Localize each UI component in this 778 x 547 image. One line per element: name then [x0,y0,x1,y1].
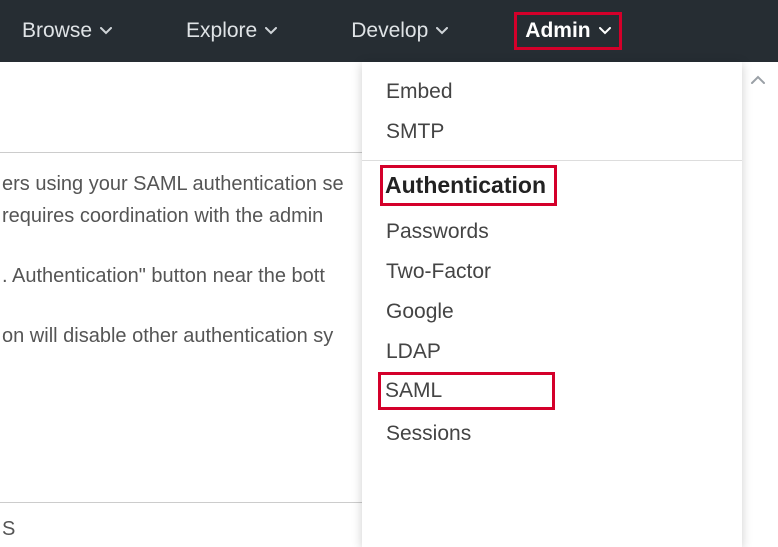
nav-browse-label: Browse [22,19,92,43]
menu-item-ldap[interactable]: LDAP [382,332,722,372]
nav-explore[interactable]: Explore [178,13,285,49]
menu-item-smtp[interactable]: SMTP [382,112,722,152]
bg-s: S [2,518,15,541]
menu-item-saml[interactable]: SAML [385,379,442,402]
menu-item-google[interactable]: Google [382,292,722,332]
menu-header-authentication[interactable]: Authentication [385,172,546,198]
nav-develop[interactable]: Develop [343,13,456,49]
bg-line3: . Authentication" button near the bott [2,265,325,287]
body-area: ers using your SAML authentication se re… [0,62,778,547]
admin-dropdown: Embed SMTP Authentication Passwords Two-… [362,62,742,547]
nav-admin[interactable]: Admin [525,19,610,43]
nav-browse[interactable]: Browse [14,13,120,49]
nav-explore-label: Explore [186,19,257,43]
nav-admin-label: Admin [525,19,590,43]
scroll-up-button[interactable] [748,70,768,90]
nav-admin-highlight: Admin [514,12,621,50]
chevron-down-icon [100,25,112,37]
menu-item-two-factor[interactable]: Two-Factor [382,252,722,292]
bg-line4: on will disable other authentication sy [2,325,333,347]
divider [0,502,362,503]
chevron-down-icon [436,25,448,37]
menu-item-passwords[interactable]: Passwords [382,212,722,252]
top-navbar: Browse Explore Develop Admin [0,0,778,62]
background-description: ers using your SAML authentication se re… [0,152,362,380]
chevron-down-icon [599,25,611,37]
chevron-down-icon [265,25,277,37]
menu-divider [362,160,742,161]
bg-line1: ers using your SAML authentication se [2,173,344,195]
nav-develop-label: Develop [351,19,428,43]
menu-header-authentication-highlight: Authentication [382,165,722,206]
menu-item-sessions[interactable]: Sessions [382,414,722,454]
menu-item-saml-highlight: SAML [382,372,722,410]
bg-line2: requires coordination with the admin [2,205,323,227]
menu-item-embed[interactable]: Embed [382,72,722,112]
